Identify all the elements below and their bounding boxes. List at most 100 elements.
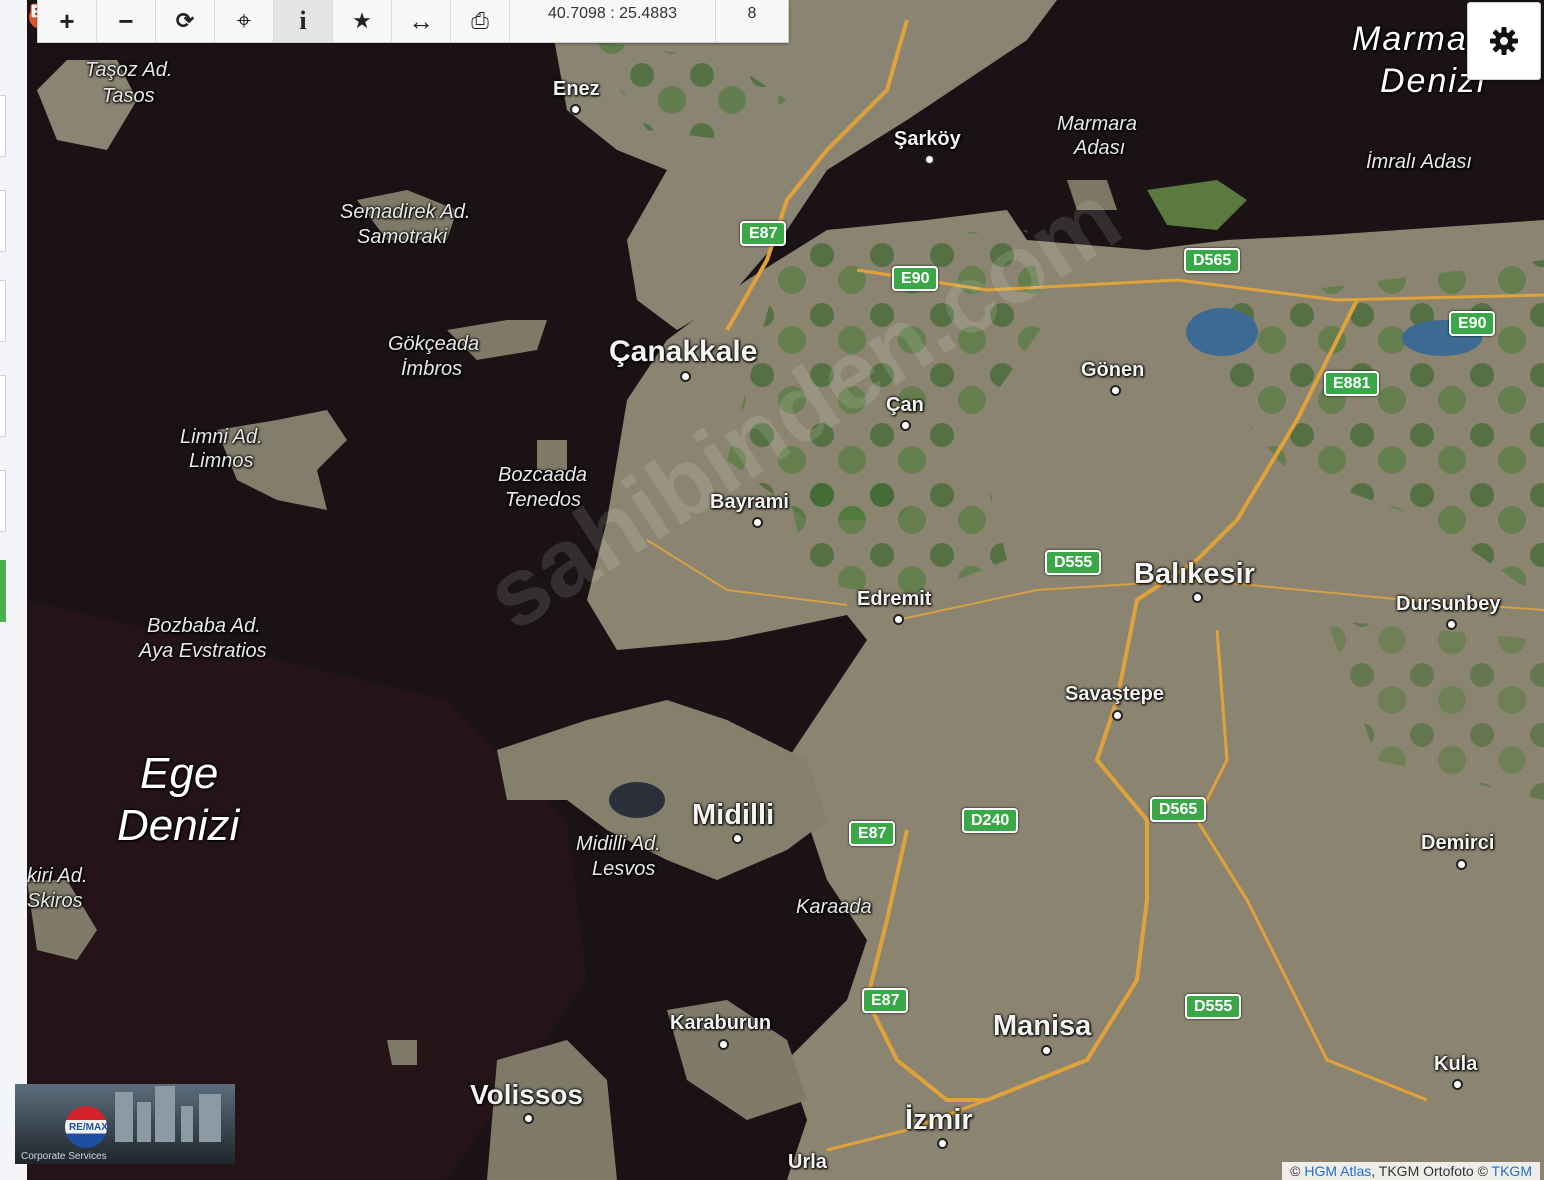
gear-icon — [1490, 27, 1518, 55]
town-label: Savaştepe — [1065, 683, 1164, 705]
island-label: kiri Ad. — [27, 865, 88, 887]
city-marker — [523, 1113, 534, 1124]
plus-icon: + — [59, 5, 75, 36]
town-label: Dursunbey — [1396, 593, 1501, 615]
city-marker — [732, 833, 743, 844]
measure-button[interactable]: ↔ — [392, 0, 451, 42]
satellite-map[interactable]: Ege Denizi Marma Denizi Taşoz Ad. Tasos … — [27, 0, 1544, 1180]
sidebar-tab[interactable] — [0, 375, 6, 437]
road-shield: E90 — [1449, 311, 1496, 336]
crosshair-icon: ⌖ — [236, 5, 252, 35]
island-label: Samotraki — [357, 226, 448, 248]
info-icon: i — [299, 6, 307, 35]
zoom-level-readout: 8 — [747, 5, 757, 22]
sidebar-tab[interactable] — [0, 280, 6, 342]
sea-label: Denizi — [117, 801, 240, 850]
map-attribution: © HGM Atlas, TKGM Ortofoto © TKGM — [1282, 1162, 1540, 1180]
island-label: Lesvos — [592, 858, 656, 880]
town-marker — [752, 517, 763, 528]
town-label: Gönen — [1081, 359, 1145, 381]
printer-icon: ⎙ — [471, 8, 489, 33]
town-marker — [1446, 619, 1457, 630]
city-label-midilli: Midilli — [692, 799, 775, 831]
town-marker — [1110, 385, 1121, 396]
island-label: Marmara — [1057, 113, 1138, 135]
town-marker — [1456, 859, 1467, 870]
island-label: Taşoz Ad. — [85, 59, 173, 81]
zoom-out-button[interactable]: − — [97, 0, 156, 42]
city-label-balikesir: Balıkesir — [1134, 558, 1255, 590]
island-label: Limni Ad. — [180, 426, 263, 448]
refresh-button[interactable]: ⟳ — [156, 0, 215, 42]
attribution-link-hgm[interactable]: HGM Atlas — [1304, 1163, 1371, 1179]
attribution-link-tkgm[interactable]: TKGM — [1492, 1163, 1532, 1179]
island-label: Bozbaba Ad. — [147, 615, 261, 637]
horizontal-arrows-icon: ↔ — [408, 5, 434, 36]
attribution-prefix: © — [1290, 1163, 1305, 1179]
road-shield: E87 — [862, 988, 909, 1013]
road-shield: D555 — [1185, 994, 1242, 1019]
town-marker — [924, 154, 935, 165]
road-shield: E87 — [740, 221, 787, 246]
town-label: Karaburun — [670, 1012, 772, 1034]
town-marker — [570, 104, 581, 115]
sidebar-tab[interactable] — [0, 190, 6, 252]
print-button[interactable]: ⎙ — [451, 0, 510, 42]
city-marker — [937, 1138, 948, 1149]
island-label: İmralı Adası — [1366, 151, 1472, 173]
island-label: Tasos — [102, 85, 155, 107]
sea-label: Ege — [140, 749, 219, 798]
locate-button[interactable]: ⌖ — [215, 0, 274, 42]
sidebar-tab[interactable] — [0, 95, 6, 157]
zoom-in-button[interactable]: + — [38, 0, 97, 42]
island-label: Midilli Ad. — [576, 833, 661, 855]
town-label: Karaada — [796, 896, 872, 918]
island-label: İmbros — [401, 358, 463, 380]
town-marker — [893, 614, 904, 625]
island-label: Aya Evstratios — [139, 640, 267, 662]
town-marker — [1452, 1079, 1463, 1090]
road-shield: D565 — [1150, 797, 1207, 822]
town-marker — [718, 1039, 729, 1050]
favorite-button[interactable]: ★ — [333, 0, 392, 42]
city-label-volissos: Volissos — [470, 1079, 584, 1110]
left-sidebar-strip — [0, 0, 28, 1180]
road-shield: D555 — [1045, 550, 1102, 575]
minus-icon: − — [118, 5, 134, 36]
map-imagery — [27, 0, 1544, 1180]
island-label: Bozcaada — [498, 464, 587, 486]
city-marker — [680, 371, 691, 382]
island-label: Semadirek Ad. — [340, 201, 471, 223]
town-marker — [900, 420, 911, 431]
sidebar-tab[interactable] — [0, 470, 6, 532]
city-label-izmir: İzmir — [905, 1104, 973, 1136]
sidebar-tab-active[interactable] — [0, 560, 6, 622]
island-label: Adası — [1074, 137, 1126, 159]
logo-brand-text: RE/MAX — [69, 1122, 108, 1133]
island-label: Skiros — [27, 890, 83, 912]
island-label: Gökçeada — [388, 333, 480, 355]
city-marker — [1041, 1045, 1052, 1056]
town-label: Enez — [553, 78, 600, 100]
road-shield: D240 — [962, 808, 1019, 833]
city-label-canakkale: Çanakkale — [609, 335, 758, 368]
road-shield: D565 — [1184, 248, 1241, 273]
town-label: Demirci — [1421, 832, 1495, 854]
settings-button[interactable] — [1467, 2, 1541, 80]
island-label: Limnos — [189, 450, 254, 472]
road-shield: E87 — [849, 821, 896, 846]
town-label: Şarköy — [894, 128, 961, 150]
town-label: Edremit — [857, 588, 932, 610]
town-label: Urla — [788, 1151, 827, 1173]
town-marker — [1112, 710, 1123, 721]
star-icon: ★ — [352, 8, 372, 33]
map-toolbar: + − ⟳ ⌖ i ★ ↔ ⎙ 40.7098 : 25.4883 8 — [37, 0, 789, 43]
info-button[interactable]: i — [274, 0, 333, 42]
city-marker — [1192, 592, 1203, 603]
refresh-icon: ⟳ — [175, 8, 195, 33]
road-shield: E881 — [1324, 371, 1380, 396]
coordinate-readout: 40.7098 : 25.4883 — [510, 0, 716, 42]
brand-logo: RE/MAX Corporate Services — [15, 1084, 235, 1164]
city-label-manisa: Manisa — [993, 1010, 1092, 1042]
attribution-text: , TKGM Ortofoto © — [1371, 1163, 1492, 1179]
